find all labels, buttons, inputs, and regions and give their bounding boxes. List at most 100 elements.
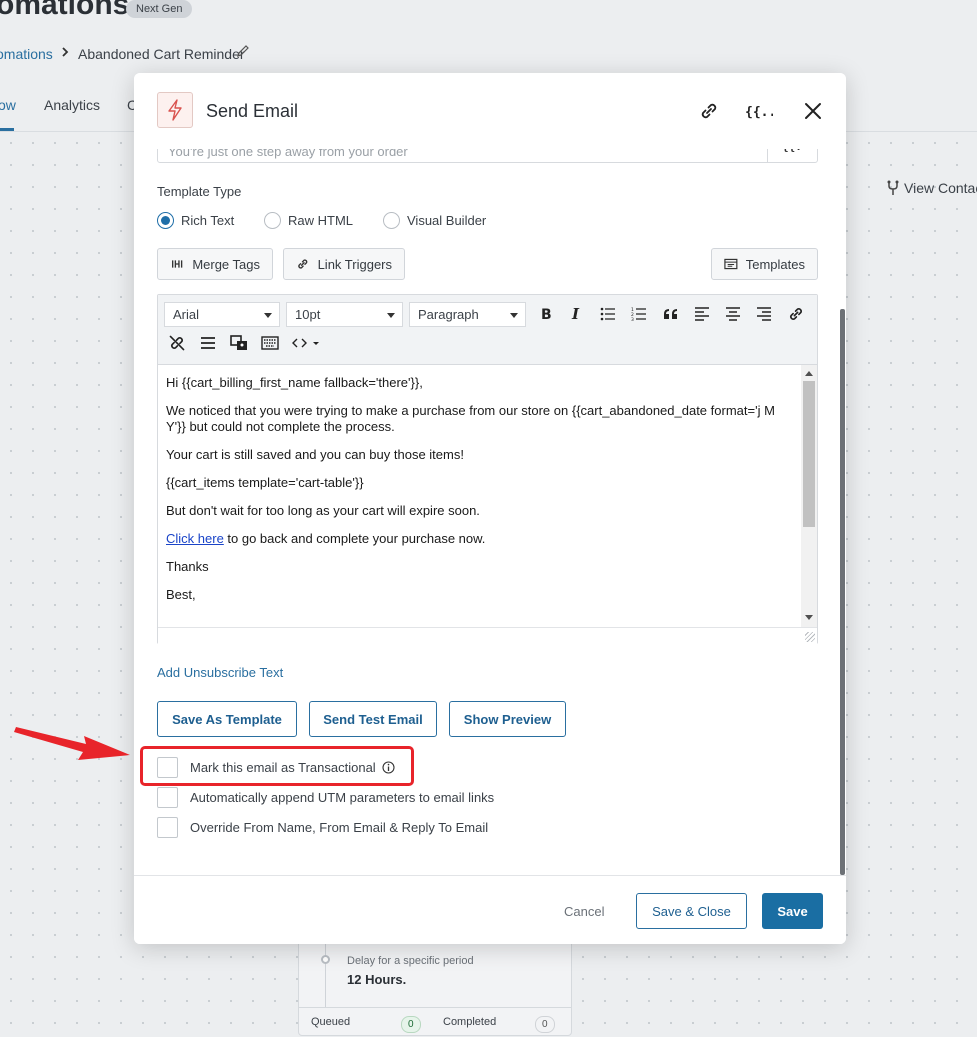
keyboard-icon[interactable]	[258, 331, 282, 355]
svg-text:{{..}}: {{..}}	[745, 105, 773, 119]
link-icon[interactable]	[694, 97, 724, 125]
unlink-icon[interactable]	[165, 331, 189, 355]
link-triggers-button[interactable]: Link Triggers	[283, 248, 405, 280]
caret-down-icon	[510, 313, 518, 318]
email-paragraph: We noticed that you were trying to make …	[166, 403, 775, 434]
chevron-right-icon	[60, 45, 70, 61]
view-contacts-link[interactable]: View Contac	[886, 180, 977, 196]
scroll-up-icon[interactable]	[805, 371, 813, 376]
resize-handle-icon[interactable]	[805, 632, 815, 642]
email-paragraph: But don't wait for too long as your cart…	[166, 503, 480, 518]
save-and-close-button[interactable]: Save & Close	[636, 893, 747, 929]
lightning-icon	[157, 92, 193, 128]
block-format-select[interactable]: Paragraph	[409, 302, 526, 327]
svg-text:3: 3	[631, 317, 634, 321]
image-icon[interactable]	[227, 331, 251, 355]
align-right-icon[interactable]	[752, 302, 776, 326]
radio-rich-text[interactable]: Rich Text	[157, 212, 234, 229]
next-gen-badge: Next Gen	[126, 0, 193, 18]
tab-workflow[interactable]: ow	[0, 97, 16, 113]
radio-raw-html[interactable]: Raw HTML	[264, 212, 353, 229]
horizontal-rule-icon[interactable]	[196, 331, 220, 355]
templates-button[interactable]: Templates	[711, 248, 818, 280]
override-from-checkbox[interactable]	[157, 816, 178, 838]
email-cta-paragraph: Click here to go back and complete your …	[166, 531, 793, 547]
merge-tags-icon	[172, 260, 183, 268]
block-format-value: Paragraph	[418, 307, 479, 322]
override-from-label: Override From Name, From Email & Reply T…	[190, 819, 489, 835]
rich-text-editor: Arial 10pt Paragraph B I 123 Hi {{cart_b…	[157, 294, 818, 644]
radio-label: Raw HTML	[288, 213, 354, 228]
font-family-select[interactable]: Arial	[164, 302, 280, 327]
page-title: omations	[0, 0, 130, 21]
queued-count: 0	[401, 1016, 421, 1033]
completed-label: Completed	[443, 1016, 497, 1028]
blockquote-icon[interactable]	[659, 302, 683, 326]
radio-visual-builder[interactable]: Visual Builder	[383, 212, 486, 229]
editor-statusbar	[158, 627, 817, 644]
step-value: 12 Hours.	[347, 972, 407, 987]
email-merge-tag: {{cart_items template='cart-table'}}	[166, 475, 364, 490]
transactional-highlight	[140, 746, 414, 786]
editor-toolbar: Arial 10pt Paragraph B I 123	[158, 295, 817, 365]
breadcrumb-current: Abandoned Cart Reminder	[78, 46, 245, 62]
close-icon[interactable]	[798, 97, 828, 125]
template-type-label: Template Type	[157, 184, 242, 199]
link-triggers-label: Link Triggers	[317, 256, 392, 272]
tab-active-indicator	[0, 128, 14, 131]
caret-down-icon	[387, 313, 395, 318]
pencil-icon[interactable]	[236, 44, 250, 61]
link-icon	[298, 259, 308, 269]
align-center-icon[interactable]	[721, 302, 745, 326]
utm-checkbox-row[interactable]: Automatically append UTM parameters to e…	[157, 786, 494, 808]
editor-scrollbar-thumb[interactable]	[803, 381, 815, 527]
email-paragraph: Your cart is still saved and you can buy…	[166, 447, 464, 462]
radio-label: Rich Text	[181, 213, 235, 228]
caret-down-icon	[264, 313, 272, 318]
email-signoff: Thanks	[166, 559, 209, 574]
merge-tags-button[interactable]: Merge Tags	[157, 248, 273, 280]
modal-title: Send Email	[206, 101, 299, 121]
align-left-icon[interactable]	[690, 302, 714, 326]
override-from-checkbox-row[interactable]: Override From Name, From Email & Reply T…	[157, 816, 489, 838]
send-test-email-button[interactable]: Send Test Email	[309, 701, 437, 737]
tab-analytics[interactable]: Analytics	[44, 97, 100, 113]
step-stats: Queued 0 Completed 0	[299, 1007, 571, 1037]
cta-text: to go back and complete your purchase no…	[223, 531, 486, 546]
breadcrumb-automations-link[interactable]: omations	[0, 46, 53, 62]
numbered-list-icon[interactable]: 123	[627, 302, 651, 326]
template-icon	[724, 258, 738, 270]
radio-indicator	[383, 212, 400, 229]
scroll-down-icon[interactable]	[805, 615, 813, 620]
font-family-value: Arial	[173, 307, 200, 322]
editor-content[interactable]: Hi {{cart_billing_first_name fallback='t…	[158, 365, 801, 627]
merge-tags-icon[interactable]: {{..}}	[744, 97, 774, 125]
merge-tags-label: Merge Tags	[192, 256, 260, 272]
radio-indicator	[264, 212, 281, 229]
cancel-button[interactable]: Cancel	[564, 904, 604, 919]
email-signoff: Best,	[166, 587, 196, 602]
email-greeting: Hi {{cart_billing_first_name fallback='t…	[166, 375, 423, 390]
bold-icon[interactable]: B	[534, 302, 558, 326]
insert-link-icon[interactable]	[784, 302, 808, 326]
bullet-list-icon[interactable]	[596, 302, 620, 326]
step-dot	[321, 955, 330, 964]
modal-footer: Cancel Save & Close Save	[134, 875, 846, 944]
font-size-select[interactable]: 10pt	[286, 302, 403, 327]
source-code-icon[interactable]	[289, 331, 325, 355]
queued-label: Queued	[311, 1016, 351, 1028]
italic-icon[interactable]: I	[564, 302, 588, 326]
save-as-template-button[interactable]: Save As Template	[157, 701, 297, 737]
step-subtitle: Delay for a specific period	[347, 955, 474, 967]
save-button[interactable]: Save	[762, 893, 823, 929]
view-contacts-label: View Contac	[904, 180, 977, 196]
delay-step-card[interactable]: Delay for a specific period 12 Hours. Qu…	[298, 936, 572, 1036]
modal-header: Send Email {{..}}	[134, 73, 846, 149]
utm-checkbox[interactable]	[157, 786, 178, 808]
click-here-link[interactable]: Click here	[166, 531, 224, 546]
svg-text:B: B	[541, 307, 552, 322]
add-unsubscribe-link[interactable]: Add Unsubscribe Text	[157, 665, 283, 680]
show-preview-button[interactable]: Show Preview	[449, 701, 566, 737]
modal-scrollbar-thumb[interactable]	[840, 309, 845, 875]
radio-indicator	[157, 212, 174, 229]
